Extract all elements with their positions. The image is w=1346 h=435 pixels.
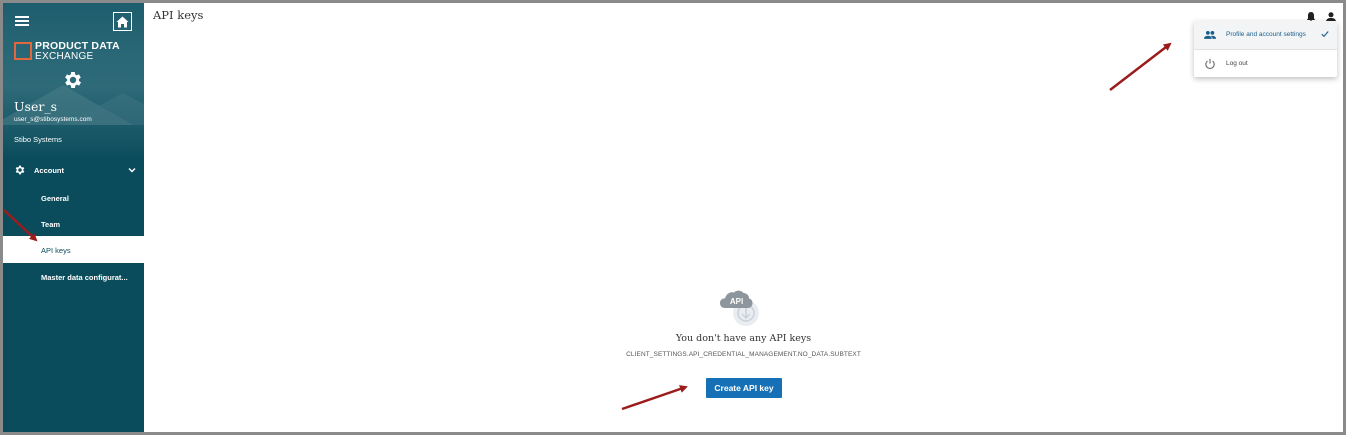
- menu-item-label: Log out: [1226, 60, 1248, 67]
- screenshot-frame: [0, 0, 1346, 435]
- create-api-key-button[interactable]: Create API key: [706, 378, 782, 398]
- sidebar-item-label: Team: [41, 220, 61, 229]
- user-menu: Profile and account settings Log out: [1194, 21, 1337, 77]
- sidebar: PRODUCT DATA EXCHANGE User_s user_s@stib…: [3, 3, 144, 432]
- brand-mark: [14, 42, 32, 60]
- menu-icon[interactable]: [15, 16, 29, 26]
- menu-item-profile-settings[interactable]: Profile and account settings: [1194, 21, 1337, 49]
- people-icon: [1204, 30, 1216, 39]
- sidebar-item-general[interactable]: General: [3, 184, 144, 211]
- menu-item-label: Profile and account settings: [1226, 31, 1306, 38]
- sidebar-item-api-keys[interactable]: API keys: [3, 236, 144, 263]
- menu-item-log-out[interactable]: Log out: [1194, 50, 1337, 78]
- gear-icon: [62, 69, 84, 91]
- company-name: Stibo Systems: [14, 135, 62, 144]
- page-title: API keys: [153, 8, 204, 22]
- sidebar-item-label: API keys: [41, 246, 71, 255]
- empty-state-title: You don't have any API keys: [675, 333, 812, 344]
- nav-group-label: Account: [34, 166, 64, 175]
- check-icon: [1321, 31, 1329, 38]
- empty-state-subtitle: CLIENT_SETTINGS.API_CREDENTIAL_MANAGEMEN…: [626, 351, 861, 358]
- api-cloud-icon: API: [720, 290, 759, 326]
- home-icon[interactable]: [113, 12, 132, 31]
- nav-group-account[interactable]: Account: [3, 156, 144, 184]
- chevron-down-icon: [128, 168, 136, 173]
- sidebar-item-label: General: [41, 194, 69, 203]
- sidebar-item-label: Master data configurat...: [41, 273, 128, 282]
- brand-line2: EXCHANGE: [35, 51, 94, 62]
- user-name: User_s: [14, 99, 57, 114]
- api-cloud-label: API: [730, 297, 743, 306]
- user-email: user_s@stibosystems.com: [14, 116, 92, 123]
- gear-icon: [15, 165, 25, 175]
- power-icon: [1205, 58, 1215, 69]
- sidebar-item-team[interactable]: Team: [3, 210, 144, 237]
- sidebar-item-master-data-configuration[interactable]: Master data configurat...: [3, 263, 144, 290]
